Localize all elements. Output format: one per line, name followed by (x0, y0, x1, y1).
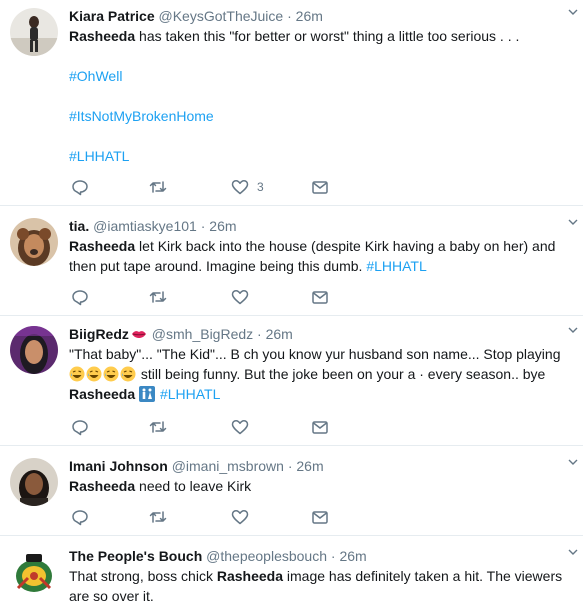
display-name[interactable]: tia. (69, 218, 89, 234)
like-button[interactable]: 3 (231, 177, 264, 197)
message-icon (311, 178, 329, 196)
timestamp[interactable]: 26m (266, 326, 293, 342)
reply-icon (71, 178, 89, 196)
handle[interactable]: @KeysGotTheJuice (159, 8, 284, 24)
direct-message-button[interactable] (311, 177, 329, 197)
message-icon (311, 288, 329, 306)
laughing-emoji-icon (120, 366, 136, 382)
tweet-text: Rasheeda let Kirk back into the house (d… (69, 238, 556, 274)
kiss-lips-icon (131, 326, 147, 342)
avatar[interactable] (10, 458, 58, 506)
reply-icon (71, 508, 89, 526)
tweet-text: "That baby"... "The Kid"... B ch you kno… (69, 346, 561, 402)
highlighted-term: Rasheeda (69, 238, 136, 254)
handle[interactable]: @thepeoplesbouch (206, 548, 327, 564)
highlighted-term: Rasheeda (69, 28, 136, 44)
like-button[interactable] (231, 417, 249, 437)
tweet[interactable]: The People's Bouch @thepeoplesbouch · 26… (0, 536, 583, 612)
hashtag-link[interactable]: #LHHATL (160, 386, 220, 402)
tweet-text: Rasheeda need to leave Kirk (69, 478, 252, 494)
direct-message-button[interactable] (311, 287, 329, 307)
display-name[interactable]: Imani Johnson (69, 458, 168, 474)
highlighted-term: Rasheeda (69, 386, 136, 402)
display-name[interactable]: The People's Bouch (69, 548, 202, 564)
restroom-icon (139, 386, 156, 402)
retweet-icon (149, 288, 167, 306)
reply-button[interactable] (71, 507, 89, 527)
like-count: 3 (257, 180, 264, 194)
display-name[interactable]: Kiara Patrice (69, 8, 155, 24)
hashtag-link[interactable]: #OhWell (69, 68, 122, 84)
reply-icon (71, 418, 89, 436)
tweet[interactable]: Kiara Patrice @KeysGotTheJuice · 26m Ras… (0, 0, 583, 206)
chevron-down-icon[interactable] (567, 216, 579, 228)
direct-message-button[interactable] (311, 507, 329, 527)
tweet-header: tia. @iamtiaskye101 · 26m (69, 218, 237, 234)
timestamp[interactable]: 26m (339, 548, 366, 564)
handle[interactable]: @imani_msbrown (172, 458, 284, 474)
retweet-icon (149, 178, 167, 196)
retweet-icon (149, 508, 167, 526)
heart-icon (231, 178, 249, 196)
hashtag-link[interactable]: #ItsNotMyBrokenHome (69, 108, 214, 124)
chevron-down-icon[interactable] (567, 546, 579, 558)
message-icon (311, 418, 329, 436)
tweet[interactable]: Imani Johnson @imani_msbrown · 26m Rashe… (0, 446, 583, 536)
reply-button[interactable] (71, 177, 89, 197)
chevron-down-icon[interactable] (567, 6, 579, 18)
laughing-emoji-icon (69, 366, 85, 382)
chevron-down-icon[interactable] (567, 456, 579, 468)
avatar[interactable] (10, 218, 58, 266)
tweet[interactable]: tia. @iamtiaskye101 · 26m Rasheeda let K… (0, 206, 583, 316)
reply-icon (71, 288, 89, 306)
reply-button[interactable] (71, 287, 89, 307)
laughing-emoji-icon (103, 366, 119, 382)
laughing-emoji-icon (86, 366, 102, 382)
heart-icon (231, 508, 249, 526)
tweet-header: Kiara Patrice @KeysGotTheJuice · 26m (69, 8, 323, 24)
handle[interactable]: @iamtiaskye101 (93, 218, 197, 234)
tweet-feed: Kiara Patrice @KeysGotTheJuice · 26m Ras… (0, 0, 583, 612)
hashtag-link[interactable]: #LHHATL (69, 148, 129, 164)
direct-message-button[interactable] (311, 417, 329, 437)
retweet-button[interactable] (149, 177, 167, 197)
tweet-text: That strong, boss chick Rasheeda image h… (69, 568, 563, 604)
tweet-text: Rasheeda has taken this "for better or w… (69, 28, 520, 164)
avatar[interactable] (10, 8, 58, 56)
retweet-icon (149, 418, 167, 436)
tweet[interactable]: BiigRedz @smh_BigRedz · 26m "That baby".… (0, 316, 583, 446)
hashtag-link[interactable]: #LHHATL (366, 258, 426, 274)
like-button[interactable] (231, 507, 249, 527)
reply-button[interactable] (71, 417, 89, 437)
timestamp[interactable]: 26m (296, 8, 323, 24)
tweet-header: Imani Johnson @imani_msbrown · 26m (69, 458, 324, 474)
timestamp[interactable]: 26m (209, 218, 236, 234)
handle[interactable]: @smh_BigRedz (152, 326, 253, 342)
chevron-down-icon[interactable] (567, 324, 579, 336)
like-button[interactable] (231, 287, 249, 307)
heart-icon (231, 288, 249, 306)
avatar[interactable] (10, 326, 58, 374)
avatar[interactable] (10, 548, 58, 596)
retweet-button[interactable] (149, 507, 167, 527)
highlighted-term: Rasheeda (216, 568, 283, 584)
timestamp[interactable]: 26m (296, 458, 323, 474)
retweet-button[interactable] (149, 287, 167, 307)
display-name[interactable]: BiigRedz (69, 326, 129, 342)
message-icon (311, 508, 329, 526)
highlighted-term: Rasheeda (69, 478, 136, 494)
tweet-header: The People's Bouch @thepeoplesbouch · 26… (69, 548, 367, 564)
heart-icon (231, 418, 249, 436)
tweet-header: BiigRedz @smh_BigRedz · 26m (69, 326, 293, 342)
retweet-button[interactable] (149, 417, 167, 437)
